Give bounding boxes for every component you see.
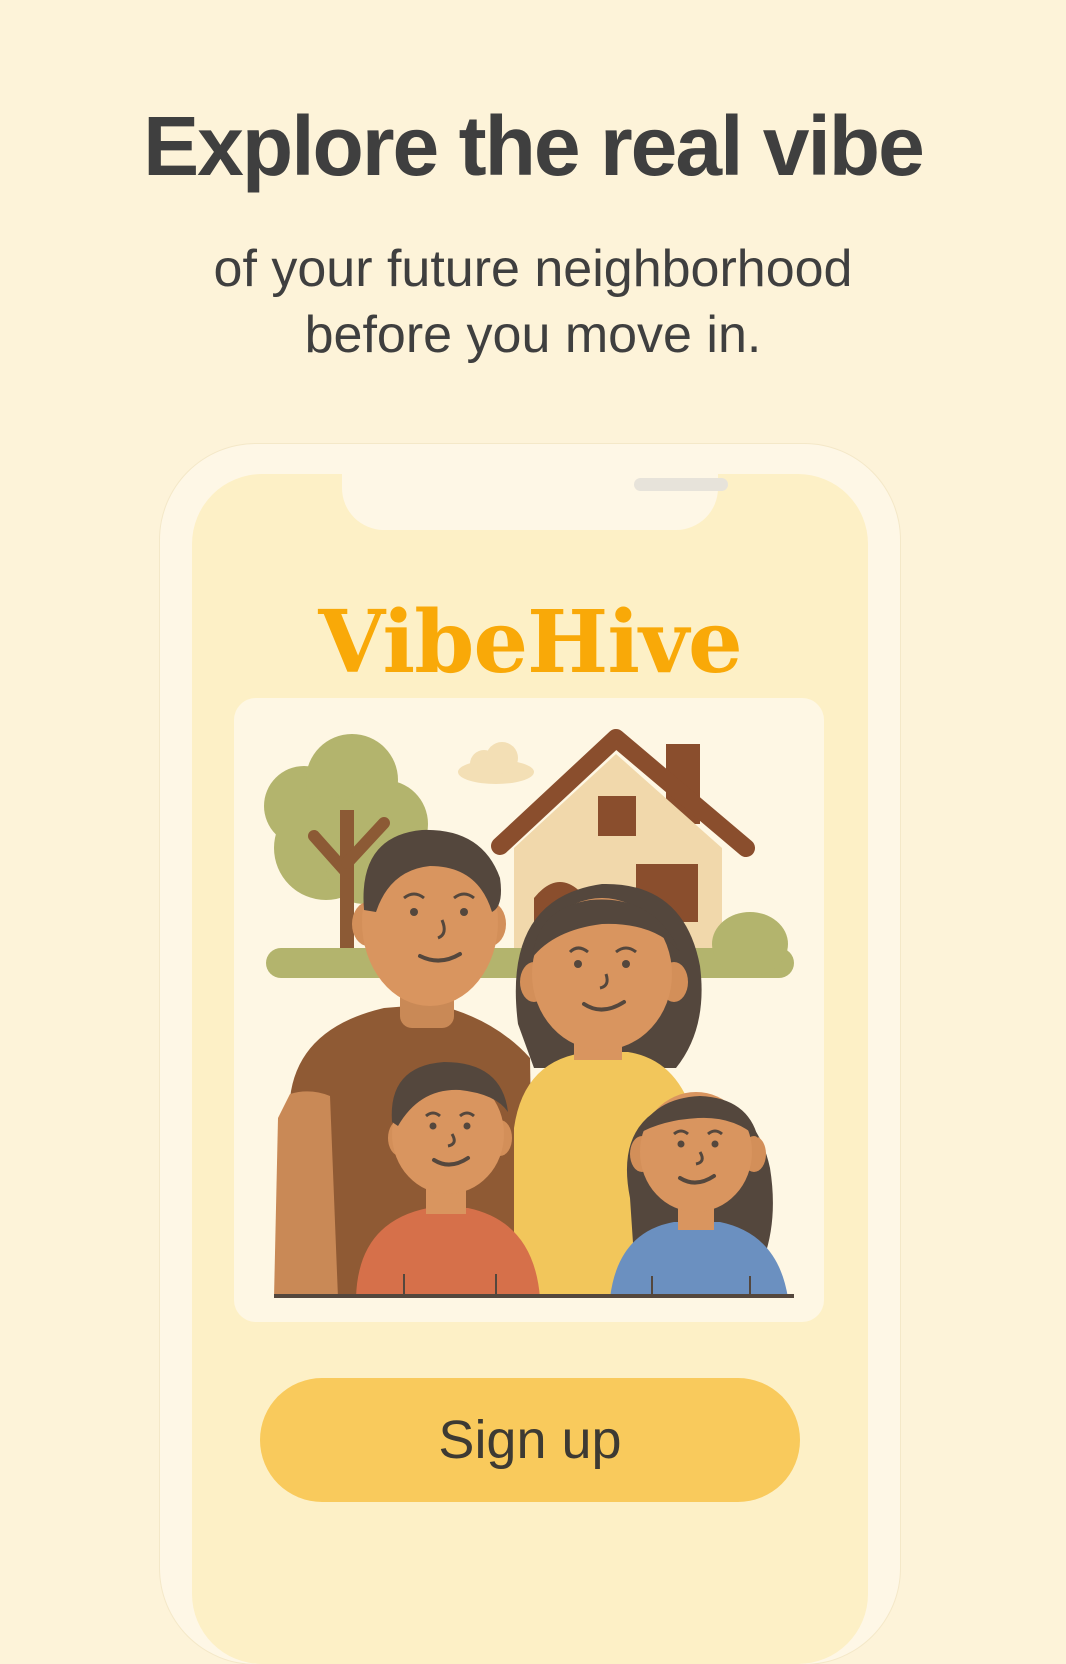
hero-subtitle-line-2: before you move in. xyxy=(304,306,762,364)
family-house-illustration xyxy=(264,729,794,1298)
illustration-baseline xyxy=(274,1294,794,1298)
hero-subtitle: of your future neighborhood before you m… xyxy=(0,236,1066,368)
phone-mockup: VibeHive Sign up xyxy=(160,444,900,1664)
app-logo: VibeHive xyxy=(318,592,742,693)
hero-subtitle-line-1: of your future neighborhood xyxy=(213,240,853,298)
family-illustration xyxy=(234,698,824,1322)
signup-button[interactable]: Sign up xyxy=(260,1378,800,1502)
phone-speaker xyxy=(634,478,728,491)
bush-icon xyxy=(712,912,788,976)
phone-screen: VibeHive Sign up xyxy=(192,474,868,1664)
cloud-icon xyxy=(458,742,534,784)
hero-headline: Explore the real vibe xyxy=(143,99,925,193)
phone-notch xyxy=(342,474,728,530)
